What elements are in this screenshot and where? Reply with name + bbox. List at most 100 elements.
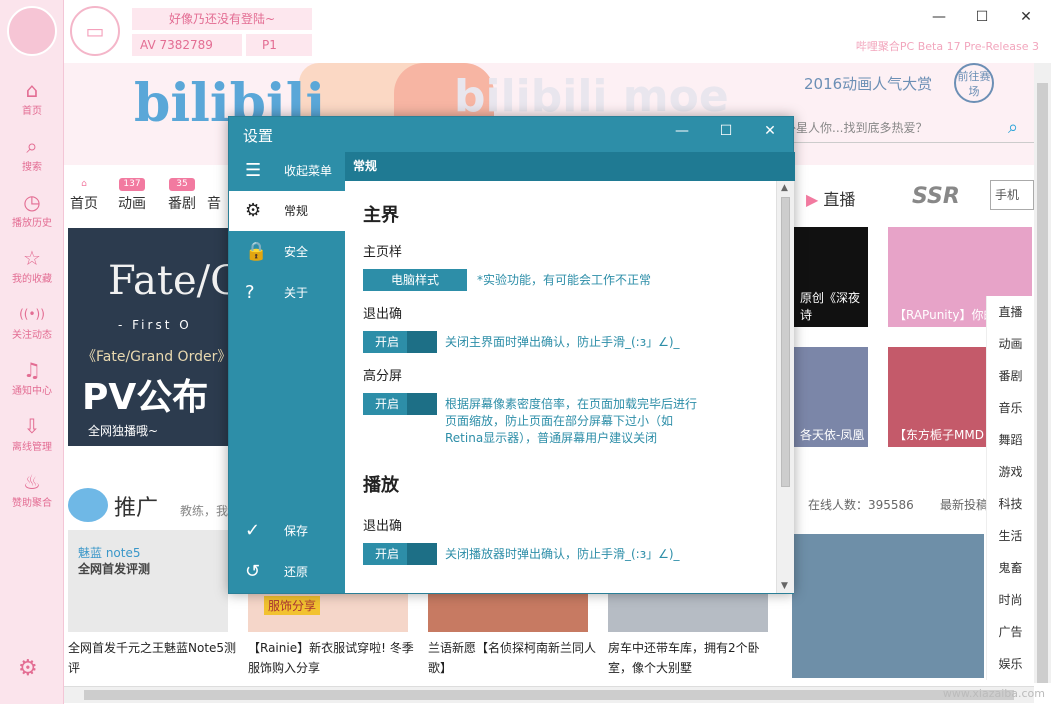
side-category-item[interactable]: 科技	[987, 488, 1034, 520]
menu-about[interactable]: ? 关于	[229, 273, 345, 313]
featured-banner[interactable]: Fate/Gra - First O 《Fate/Grand Order》 PV…	[68, 228, 285, 446]
live-link[interactable]: ▶ 直播	[806, 186, 855, 210]
goto-arena-button[interactable]: 前往赛场	[954, 63, 994, 103]
scroll-up-icon[interactable]: ▲	[781, 183, 788, 193]
video-thumb[interactable]: 各天依-凤凰	[794, 347, 868, 447]
rail-item[interactable]: ♫ 通知中心	[0, 358, 64, 397]
side-category-item[interactable]: 直播	[987, 296, 1034, 328]
hamburger-icon: ☰	[245, 160, 262, 181]
rail-item[interactable]: ◷ 播放历史	[0, 190, 64, 229]
homestyle-select[interactable]: 电脑样式	[363, 269, 467, 291]
player-exit-toggle[interactable]: 开启	[363, 543, 437, 565]
menu-label: 常规	[284, 204, 309, 218]
tab-badge: 35	[169, 178, 195, 191]
tab-home[interactable]: ⌂ 首页	[64, 178, 104, 213]
rail-item-label: 我的收藏	[12, 274, 52, 285]
menu-label: 收起菜单	[284, 164, 333, 178]
award-text: 2016动画人气大赏	[804, 75, 933, 93]
panel-scroll-thumb[interactable]	[781, 197, 790, 487]
side-category-item[interactable]: 时尚	[987, 584, 1034, 616]
rail-item[interactable]: ♨ 赞助聚合	[0, 470, 64, 509]
card-tag: 服饰分享	[264, 596, 321, 615]
rail-item[interactable]: ⌂ 首页	[0, 78, 64, 117]
p-number-box[interactable]: P1	[246, 34, 312, 56]
search-icon[interactable]: ⌕	[1008, 117, 1018, 138]
rail-item[interactable]: ⌕ 搜索	[0, 134, 64, 173]
card-caption[interactable]: 【Rainie】新衣服试穿啦! 冬季服饰购入分享	[248, 638, 418, 678]
homestyle-hint: *实验功能，有可能会工作不正常	[477, 273, 652, 287]
hidpi-hint-3: Retina显示器），普通屏幕用户建议关闭	[445, 431, 658, 445]
scroll-down-icon[interactable]: ▼	[781, 581, 788, 591]
rail-item[interactable]: ☆ 我的收藏	[0, 246, 64, 285]
rail-item[interactable]: ⇩ 离线管理	[0, 414, 64, 453]
video-thumb[interactable]: 原创《深夜诗	[794, 227, 868, 327]
panel-scrollbar[interactable]: ▲ ▼	[776, 181, 794, 593]
avatar[interactable]	[7, 6, 57, 56]
horizontal-scroll-thumb[interactable]	[84, 690, 1014, 700]
side-category-item[interactable]: 游戏	[987, 456, 1034, 488]
side-category-item[interactable]: 娱乐	[987, 648, 1034, 680]
newest-uploads-tab[interactable]: 最新投稿	[940, 496, 988, 513]
dialog-close-button[interactable]: ✕	[755, 123, 785, 139]
player-exit-label: 退出确	[363, 519, 403, 534]
close-button[interactable]: ✕	[1011, 6, 1041, 28]
promo-art[interactable]	[792, 534, 984, 678]
version-label: 哔哩聚合PC Beta 17 Pre-Release 3	[855, 40, 1039, 53]
help-icon: ?	[245, 282, 255, 303]
thumb-caption: 【东方栀子MMD	[894, 428, 984, 442]
rail-item-label: 搜索	[22, 162, 42, 173]
login-prompt[interactable]: 好像乃还没有登陆~	[132, 8, 312, 30]
card-caption[interactable]: 兰语新愿【名侦探柯南新兰同人歌】	[428, 638, 598, 678]
menu-security[interactable]: 🔒 安全	[229, 232, 345, 272]
toggle-label: 开启	[375, 397, 400, 411]
piggy-bank-icon: ♨	[23, 470, 41, 494]
online-count: 在线人数：395586	[808, 498, 914, 512]
tab-anime[interactable]: 137 动画	[112, 178, 152, 213]
toggle-knob	[407, 543, 437, 565]
side-category-item[interactable]: 广告	[987, 616, 1034, 648]
mascot-icon	[68, 488, 108, 522]
tab-bangumi[interactable]: 35 番剧	[162, 178, 202, 213]
exit-confirm-toggle[interactable]: 开启	[363, 331, 437, 353]
card-caption[interactable]: 房车中还带车库，拥有2个卧室，像个大别墅	[608, 638, 778, 678]
section-playback: 播放	[363, 475, 399, 496]
hidpi-toggle[interactable]: 开启	[363, 393, 437, 415]
tab-music[interactable]: 音	[204, 178, 224, 213]
ssr-logo[interactable]: SSR	[912, 184, 960, 209]
side-category-item[interactable]: 动画	[987, 328, 1034, 360]
rail-item-label: 离线管理	[12, 442, 52, 453]
menu-general[interactable]: ⚙ 常规	[229, 191, 345, 231]
toggle-label: 开启	[375, 335, 400, 349]
page-horizontal-scrollbar[interactable]	[64, 686, 1034, 703]
home-icon: ⌂	[25, 78, 39, 102]
video-thumb[interactable]: 【东方栀子MMD	[888, 347, 988, 447]
side-category-item[interactable]: 番剧	[987, 360, 1034, 392]
page-scroll-thumb[interactable]	[1037, 83, 1048, 683]
dialog-maximize-button[interactable]: ☐	[711, 123, 741, 139]
minimize-button[interactable]: —	[924, 6, 954, 28]
side-category-item[interactable]: 音乐	[987, 392, 1034, 424]
mobile-button[interactable]: 手机	[990, 180, 1034, 210]
page-vertical-scrollbar[interactable]	[1034, 63, 1051, 683]
p-number: 1	[269, 38, 277, 52]
toggle-knob	[407, 393, 437, 415]
maximize-button[interactable]: ☐	[967, 6, 997, 28]
av-number-box[interactable]: AV 7382789	[132, 34, 242, 56]
menu-collapse[interactable]: ☰ 收起菜单	[229, 151, 345, 191]
settings-gear-icon[interactable]: ⚙	[18, 656, 38, 681]
save-button[interactable]: ✓ 保存	[229, 511, 345, 551]
side-category-list: 直播 动画 番剧 音乐 舞蹈 游戏 科技 生活 鬼畜 时尚 广告 娱乐	[986, 296, 1034, 680]
restore-button[interactable]: ↺ 还原	[229, 552, 345, 592]
promo-title: 推广	[114, 496, 159, 521]
side-category-item[interactable]: 舞蹈	[987, 424, 1034, 456]
rail-item[interactable]: ((•)) 关注动态	[0, 302, 64, 341]
side-category-item[interactable]: 鬼畜	[987, 552, 1034, 584]
side-category-item[interactable]: 生活	[987, 520, 1034, 552]
tv-icon[interactable]: ▭	[70, 6, 120, 56]
dialog-minimize-button[interactable]: —	[667, 123, 697, 139]
promo-card[interactable]: 魅蓝 note5 全网首发评测	[68, 530, 228, 632]
card-caption[interactable]: 全网首发千元之王魅蓝Note5测评	[68, 638, 238, 678]
player-exit-hint: 关闭播放器时弹出确认，防止手滑_(:з」∠)_	[445, 547, 680, 561]
tab-badge	[204, 178, 230, 191]
clock-icon: ◷	[23, 190, 41, 214]
